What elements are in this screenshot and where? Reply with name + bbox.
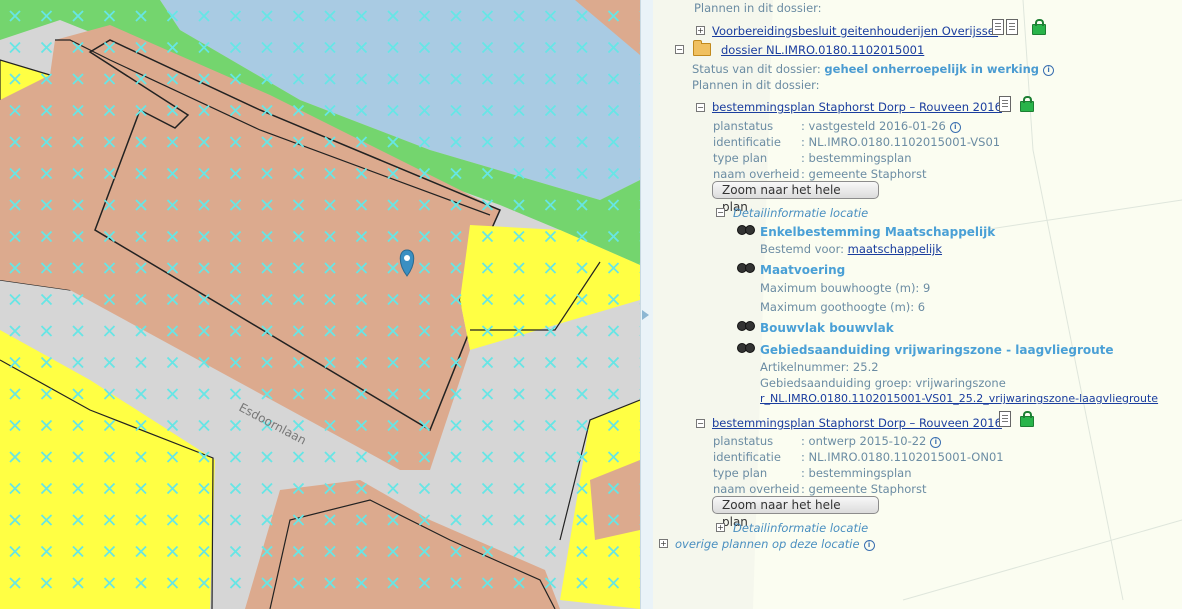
- row-value: : NL.IMRO.0180.1102015001-ON01: [801, 450, 1004, 464]
- collapse-toggle[interactable]: −: [716, 208, 725, 217]
- info-icon[interactable]: i: [930, 437, 942, 448]
- row-label: identificatie: [713, 450, 781, 464]
- plan-link-vastgesteld[interactable]: bestemmingsplan Staphorst Dorp – Rouveen…: [712, 100, 1002, 114]
- vrijwaringszone-link[interactable]: r_NL.IMRO.0180.1102015001-VS01_25.2_vrij…: [760, 392, 1158, 405]
- entry-title: Enkelbestemming Maatschappelijk: [760, 225, 996, 239]
- info-icon[interactable]: i: [949, 122, 961, 133]
- entry-title: Bouwvlak bouwvlak: [760, 321, 894, 335]
- document-icon[interactable]: [999, 411, 1011, 427]
- other-plans-line[interactable]: overige plannen op deze locatie i: [675, 537, 875, 551]
- row-label: type plan: [713, 151, 768, 165]
- zoom-plan-button[interactable]: Zoom naar het hele plan: [712, 181, 879, 214]
- zoom-plan-button[interactable]: Zoom naar het hele plan: [712, 496, 879, 529]
- detail-info-header[interactable]: Detailinformatie locatie: [733, 521, 868, 535]
- status-value: geheel onherroepelijk in werking: [824, 62, 1040, 76]
- map-view[interactable]: Esdoornlaan: [0, 0, 640, 609]
- collapse-toggle[interactable]: −: [696, 419, 705, 428]
- other-plans-link[interactable]: overige plannen op deze locatie: [675, 537, 860, 551]
- entry-title: Gebiedsaanduiding vrijwaringszone - laag…: [760, 343, 1114, 357]
- row-value: : gemeente Staphorst: [801, 482, 927, 496]
- row-label: naam overheid: [713, 482, 800, 496]
- row-value: : vastgesteld 2016-01-26: [801, 119, 946, 133]
- entry-line: Gebiedsaanduiding groep: vrijwaringszone: [760, 376, 1006, 390]
- collapse-toggle[interactable]: −: [675, 45, 684, 54]
- maatschappelijk-link[interactable]: maatschappelijk: [848, 242, 942, 256]
- collapse-toggle[interactable]: −: [696, 103, 705, 112]
- entry-line: Maximum goothoogte (m): 6: [760, 300, 926, 314]
- lock-icon[interactable]: [1020, 411, 1034, 427]
- row-value: : bestemmingsplan: [801, 151, 912, 165]
- row-label: identificatie: [713, 135, 781, 149]
- document-icon[interactable]: [1006, 19, 1018, 35]
- binoculars-icon[interactable]: [737, 342, 755, 353]
- collapse-arrow-icon[interactable]: [642, 310, 649, 320]
- entry-line: Maximum bouwhoogte (m): 9: [760, 281, 931, 295]
- row-value: : gemeente Staphorst: [801, 167, 927, 181]
- info-icon[interactable]: i: [863, 540, 875, 551]
- dossier-status: Status van dit dossier: geheel onherroep…: [692, 62, 1055, 76]
- expand-toggle[interactable]: +: [716, 523, 725, 532]
- row-label: naam overheid: [713, 167, 800, 181]
- plan-link-voorbereidingsbesluit[interactable]: Voorbereidingsbesluit geitenhouderijen O…: [712, 24, 998, 38]
- row-label: planstatus: [713, 434, 774, 448]
- bestemd-voor-line: Bestemd voor: maatschappelijk: [760, 242, 942, 256]
- plan-link-ontwerp[interactable]: bestemmingsplan Staphorst Dorp – Rouveen…: [712, 416, 1002, 430]
- binoculars-icon[interactable]: [737, 224, 755, 235]
- row-value: : NL.IMRO.0180.1102015001-VS01: [801, 135, 1001, 149]
- plans-in-dossier-label: Plannen in dit dossier:: [692, 78, 820, 92]
- document-icon[interactable]: [992, 19, 1004, 35]
- planstatus-value-wrap: : ontwerp 2015-10-22 i: [801, 434, 942, 448]
- expand-toggle[interactable]: +: [659, 539, 668, 548]
- panel-splitter[interactable]: [640, 0, 653, 609]
- row-value: : ontwerp 2015-10-22: [801, 434, 927, 448]
- row-label: type plan: [713, 466, 768, 480]
- dossier-link[interactable]: dossier NL.IMRO.0180.1102015001: [721, 43, 924, 57]
- document-icon[interactable]: [999, 96, 1011, 112]
- status-label: Status van dit dossier:: [692, 62, 821, 76]
- previous-plans-label: Plannen in dit dossier:: [694, 1, 822, 15]
- binoculars-icon[interactable]: [737, 262, 755, 273]
- expand-toggle[interactable]: +: [696, 26, 705, 35]
- planstatus-value-wrap: : vastgesteld 2016-01-26 i: [801, 119, 961, 133]
- bestemd-voor-label: Bestemd voor:: [760, 242, 844, 256]
- lock-icon[interactable]: [1020, 96, 1034, 112]
- lock-icon[interactable]: [1032, 19, 1046, 35]
- binoculars-icon[interactable]: [737, 320, 755, 331]
- entry-title: Maatvoering: [760, 263, 846, 277]
- detail-info-header[interactable]: Detailinformatie locatie: [733, 206, 868, 220]
- row-label: planstatus: [713, 119, 774, 133]
- folder-icon: [693, 40, 711, 56]
- map-canvas[interactable]: Esdoornlaan: [0, 0, 640, 609]
- row-value: : bestemmingsplan: [801, 466, 912, 480]
- info-icon[interactable]: i: [1043, 65, 1055, 76]
- info-panel: Plannen in dit dossier: + Voorbereidings…: [653, 0, 1182, 609]
- entry-line: Artikelnummer: 25.2: [760, 360, 879, 374]
